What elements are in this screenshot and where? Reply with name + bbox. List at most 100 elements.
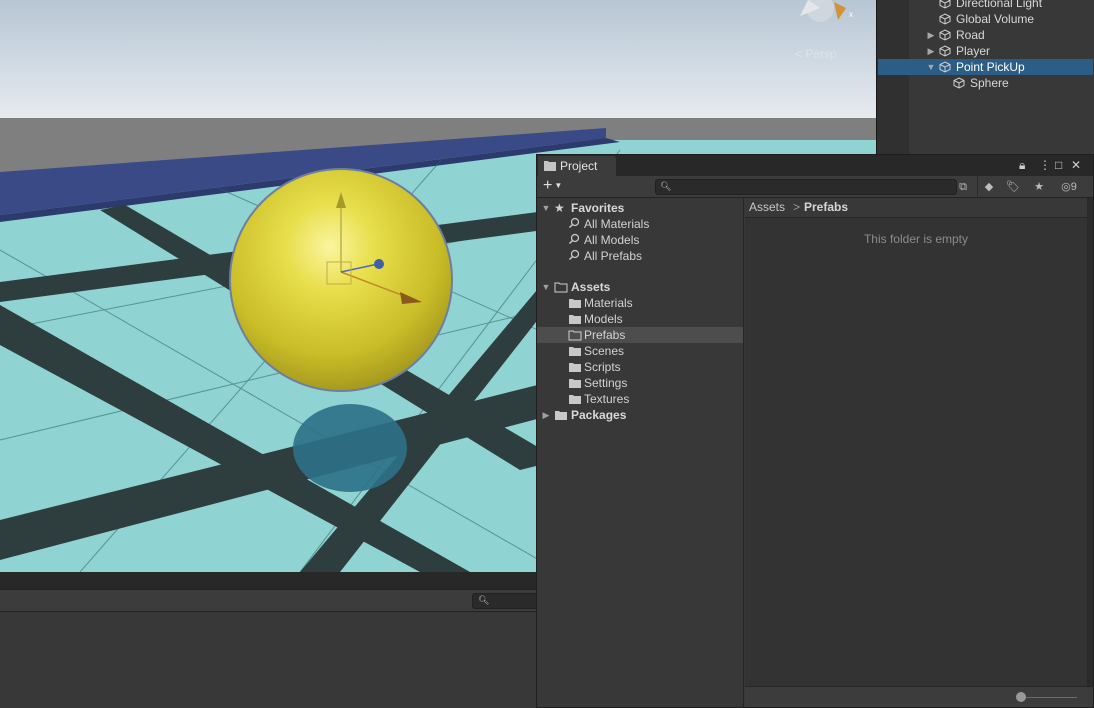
gizmo-axis-label: x — [849, 10, 853, 19]
breadcrumb-assets[interactable]: Assets — [749, 200, 785, 214]
hierarchy-item[interactable]: Directional Light — [878, 0, 1093, 11]
gameobject-cube-icon — [939, 13, 951, 25]
add-button[interactable]: + ▼ — [543, 177, 562, 195]
maximize-icon[interactable]: □ — [1055, 158, 1062, 172]
gameobject-cube-icon — [953, 77, 965, 89]
asset-folder-item[interactable]: Scripts — [537, 359, 743, 375]
folder-open-icon — [554, 281, 568, 293]
search-by-label-icon[interactable]: 🏷︎ — [1001, 178, 1025, 196]
breadcrumb: Assets > Prefabs — [745, 198, 1087, 218]
tree-item-label: Settings — [584, 376, 628, 390]
folder-icon — [568, 361, 582, 373]
project-toolbar: + ▼ 🔍︎ ⧉ ◆ 🏷︎ ★ ◎9 — [537, 176, 1093, 198]
favorites-item[interactable]: All Prefabs — [537, 248, 743, 264]
asset-folder-item[interactable]: Models — [537, 311, 743, 327]
add-button-label: + — [543, 177, 553, 195]
favorites-item[interactable]: All Materials — [537, 216, 743, 232]
view-mode-label[interactable]: < Persp — [795, 47, 837, 61]
folder-tree: ▼ ★ Favorites All Materials All Models All Pr… — [537, 198, 744, 707]
folder-icon — [568, 377, 582, 389]
tree-item-label: Materials — [584, 296, 633, 310]
hierarchy-item-label: Directional Light — [956, 0, 1043, 10]
search-by-type-icon[interactable]: ◆ — [977, 178, 1001, 196]
tree-item-label: Packages — [571, 408, 627, 422]
lock-icon[interactable]: 🔒︎ — [1019, 158, 1025, 172]
folder-icon — [568, 393, 582, 405]
asset-folder-item[interactable]: Settings — [537, 375, 743, 391]
hierarchy-item-label: Global Volume — [956, 12, 1035, 26]
star-icon: ★ — [554, 201, 565, 215]
hierarchy-item-label: Player — [956, 44, 991, 58]
hierarchy-item[interactable]: ▶ Player — [878, 43, 1093, 59]
tree-item-label: All Prefabs — [584, 249, 643, 263]
gameobject-cube-icon — [939, 29, 951, 41]
folder-icon — [568, 345, 582, 357]
hierarchy-panel: Directional Light Global Volume ▶ Road ▶ Play… — [876, 0, 1094, 154]
hierarchy-item-label: Sphere — [970, 76, 1009, 90]
tree-item-label: Scripts — [584, 360, 621, 374]
asset-folder-item[interactable]: Textures — [537, 391, 743, 407]
gameobject-cube-icon — [939, 0, 951, 9]
hierarchy-item[interactable]: Global Volume — [878, 11, 1093, 27]
project-window: Project 🔒︎ ⋮ □ ✕ + ▼ 🔍︎ ⧉ ◆ 🏷︎ ★ ◎9 ▼ ★ Fav… — [536, 154, 1094, 708]
asset-folder-item[interactable]: Materials — [537, 295, 743, 311]
expand-right-icon[interactable]: ▶ — [541, 407, 551, 423]
gameobject-cube-icon — [939, 61, 951, 73]
hidden-packages-toggle[interactable]: ◎9 — [1053, 178, 1085, 196]
asset-folder-item[interactable]: Prefabs — [537, 327, 743, 343]
more-menu-icon[interactable]: ⋮ — [1039, 158, 1051, 172]
folder-icon — [554, 409, 568, 421]
asset-folder-item[interactable]: Scenes — [537, 343, 743, 359]
search-icon — [568, 217, 582, 229]
tree-section-header[interactable]: ▶ Packages — [537, 407, 743, 423]
icon-size-slider-track[interactable] — [1021, 697, 1077, 698]
tab-project[interactable]: Project — [538, 156, 616, 176]
hierarchy-item-label: Point PickUp — [956, 60, 1025, 74]
expand-down-icon[interactable]: ▼ — [926, 59, 936, 75]
icon-size-slider-knob[interactable] — [1016, 692, 1026, 702]
vertical-scrollbar[interactable] — [1087, 198, 1093, 707]
project-tabbar: Project 🔒︎ ⋮ □ ✕ — [537, 155, 1093, 176]
favorites-item[interactable]: All Models — [537, 232, 743, 248]
folder-open-icon — [568, 329, 582, 341]
folder-icon — [544, 161, 556, 171]
folder-icon — [568, 297, 582, 309]
search-icon: 🔍︎ — [660, 181, 672, 191]
tab-project-label: Project — [560, 159, 598, 173]
tree-section-header[interactable]: ▼ ★ Favorites — [537, 200, 743, 216]
tree-item-label: Prefabs — [584, 328, 626, 342]
expand-right-icon[interactable]: ▶ — [926, 27, 936, 43]
expand-down-icon[interactable]: ▼ — [541, 279, 551, 295]
gameobject-cube-icon — [939, 45, 951, 57]
panel-divider — [0, 572, 536, 590]
tree-section-header[interactable]: ▼ Assets — [537, 279, 743, 295]
chevron-down-icon: ▼ — [554, 181, 563, 190]
search-icon — [568, 249, 582, 261]
tree-item-label: Textures — [584, 392, 630, 406]
hierarchy-item[interactable]: ▼ Point PickUp — [878, 59, 1093, 75]
tree-item-label: Models — [584, 312, 623, 326]
folder-icon — [568, 313, 582, 325]
search-icon: 🔍︎ — [478, 595, 490, 605]
tree-item-label: All Models — [584, 233, 640, 247]
favorites-star-icon[interactable]: ★ — [1027, 178, 1051, 196]
expand-right-icon[interactable]: ▶ — [926, 43, 936, 59]
close-icon[interactable]: ✕ — [1071, 158, 1081, 172]
hierarchy-item-label: Road — [956, 28, 985, 42]
tree-item-label: All Materials — [584, 217, 650, 231]
search-icon — [568, 233, 582, 245]
hierarchy-item[interactable]: ▶ Road — [878, 27, 1093, 43]
console-search-input[interactable]: 🔍︎ — [472, 593, 542, 609]
search-by-scene-icon[interactable]: ⧉ — [951, 178, 975, 196]
tree-item-label: Scenes — [584, 344, 625, 358]
eye-off-icon: ◎ — [1061, 181, 1071, 193]
tree-item-label: Assets — [571, 280, 611, 294]
expand-down-icon[interactable]: ▼ — [541, 200, 551, 216]
hidden-count: 9 — [1070, 181, 1077, 193]
console-panel: 🔍︎ — [0, 572, 542, 708]
hierarchy-item[interactable]: Sphere — [878, 75, 1093, 91]
folder-contents[interactable]: Assets > Prefabs This folder is empty — [745, 198, 1093, 707]
breadcrumb-prefabs[interactable]: Prefabs — [804, 200, 848, 214]
console-toolbar — [0, 590, 536, 612]
project-search-input[interactable]: 🔍︎ — [655, 179, 957, 195]
